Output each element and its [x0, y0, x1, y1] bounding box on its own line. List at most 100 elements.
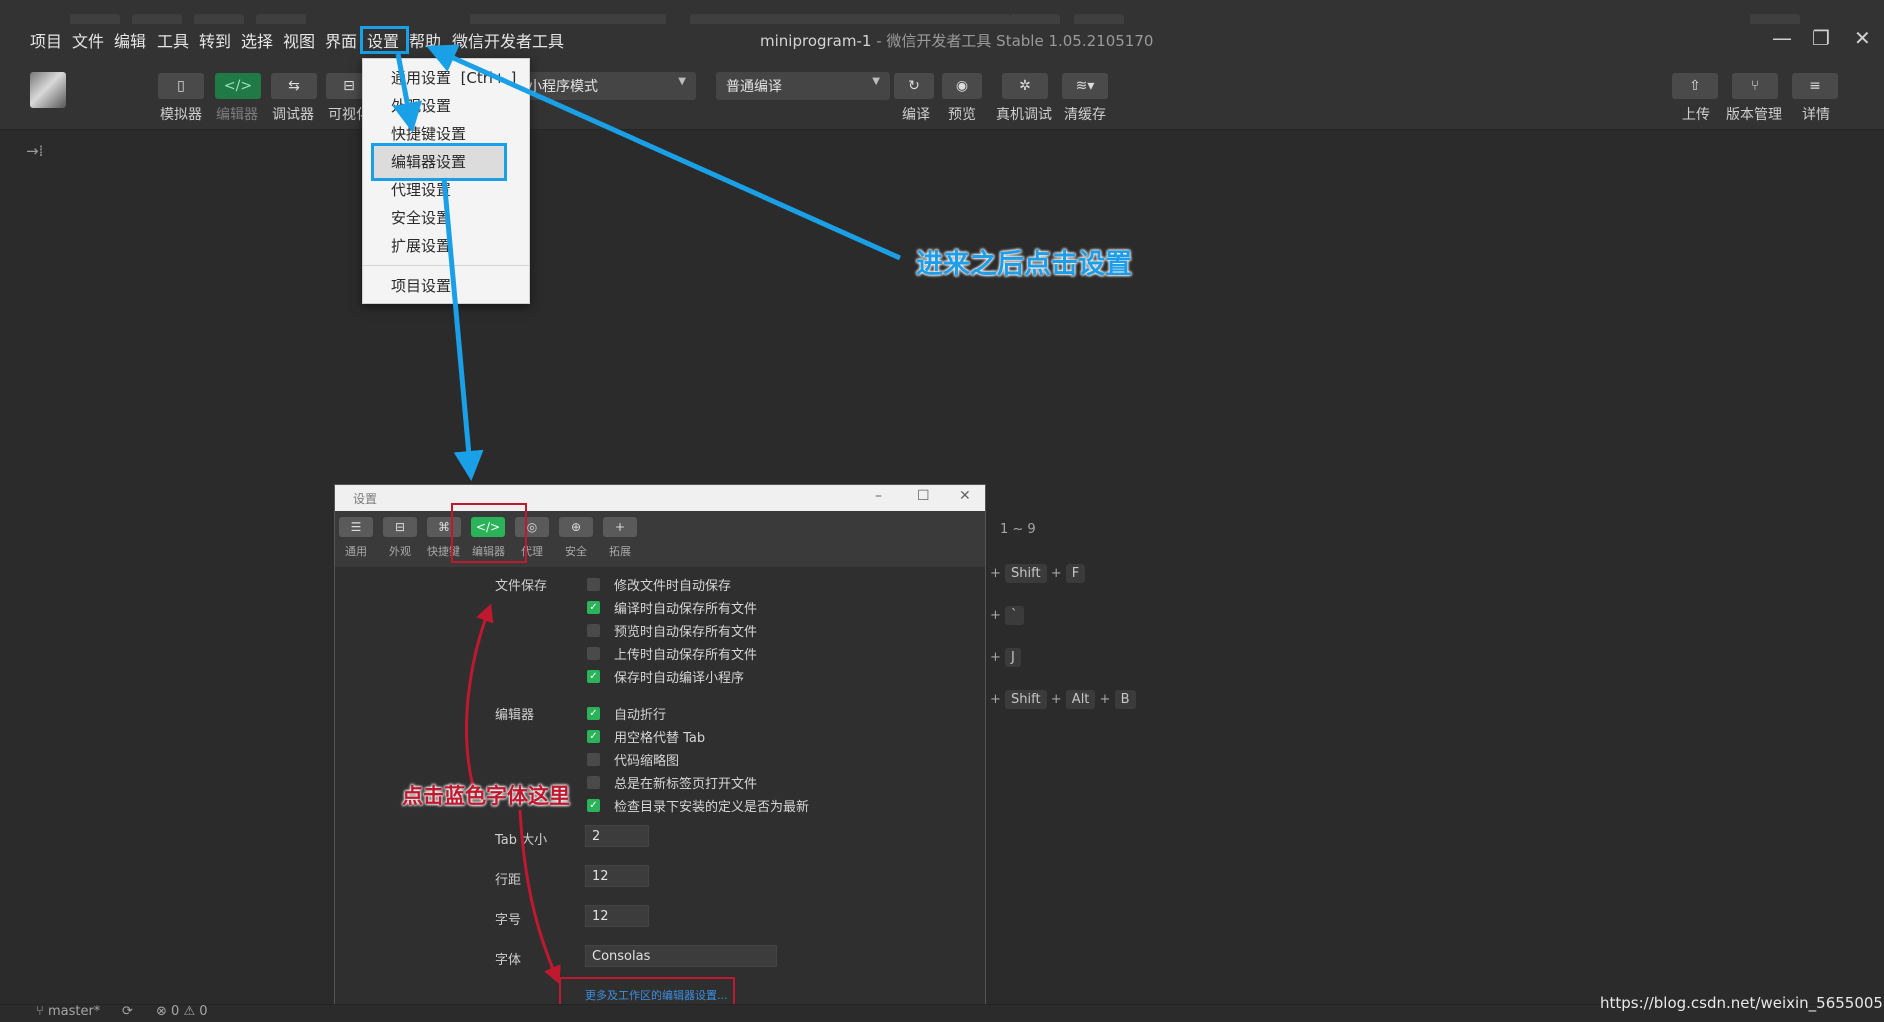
debug-icon[interactable]: ⇆ [271, 73, 317, 99]
tab-appearance[interactable]: 外观 [389, 543, 411, 559]
checkbox-row[interactable]: 修改文件时自动保存 [587, 575, 731, 594]
clear-cache-label: 清缓存 [1064, 107, 1106, 123]
checkbox-checked[interactable]: ✓ [587, 707, 600, 720]
menu-item-project[interactable]: 项目设置 [391, 275, 451, 296]
checkbox-row[interactable]: 预览时自动保存所有文件 [587, 621, 757, 640]
key-f: F [1065, 564, 1086, 583]
dialog-close-button[interactable]: ✕ [959, 488, 971, 504]
mode-select[interactable]: 小程序模式 ▼ [518, 72, 696, 100]
checkbox-row[interactable]: ✓ 自动折行 [587, 704, 666, 723]
compile-select[interactable]: 普通编译 ▼ [716, 72, 890, 100]
menu-item-extensions[interactable]: 扩展设置 [391, 235, 451, 256]
tab-security-icon[interactable]: ⊕ [559, 517, 593, 537]
menu-wechat-devtools[interactable]: 微信开发者工具 [452, 28, 564, 52]
checkbox-row[interactable]: ✓ 检查目录下安装的定义是否为最新 [587, 796, 809, 815]
checkbox[interactable] [587, 776, 600, 789]
menu-help[interactable]: 帮助 [409, 28, 441, 52]
code-icon[interactable]: </> [215, 73, 261, 99]
checkbox[interactable] [587, 647, 600, 660]
checkbox-row[interactable]: 上传时自动保存所有文件 [587, 644, 757, 663]
tab-appearance-icon[interactable]: ⊟ [383, 517, 417, 537]
tab-general-icon[interactable]: ☰ [339, 517, 373, 537]
menu-item-security[interactable]: 安全设置 [391, 207, 451, 228]
checkbox-label: 修改文件时自动保存 [614, 579, 732, 594]
checkbox-checked[interactable]: ✓ [587, 799, 600, 812]
menu-goto[interactable]: 转到 [199, 28, 231, 52]
menu-icon[interactable]: ≡ [1792, 73, 1838, 99]
expand-sidebar-icon[interactable]: →⁞ [26, 142, 43, 160]
key-shift: Shift [1005, 690, 1047, 709]
dialog-titlebar: 设置 – ☐ ✕ [335, 485, 985, 511]
branch-icon: ⑂ [36, 1004, 44, 1019]
bug-icon[interactable]: ✲ [1002, 73, 1048, 99]
tab-extensions-icon[interactable]: + [603, 517, 637, 537]
checkbox-row[interactable]: 代码缩略图 [587, 750, 679, 769]
plus-sign: + [990, 566, 1001, 581]
phone-icon[interactable]: ▯ [158, 73, 204, 99]
tab-ghost [256, 14, 306, 24]
menu-interface[interactable]: 界面 [325, 28, 357, 52]
font-size-input[interactable] [585, 905, 649, 927]
refresh-icon[interactable]: ↻ [894, 73, 934, 99]
shortcut-hint: + Shift + F [990, 564, 1086, 583]
settings-dropdown: 通用设置 [Ctrl+,] 外观设置 快捷键设置 编辑器设置 代理设置 安全设置… [362, 58, 530, 304]
restore-button[interactable]: ❐ [1812, 26, 1830, 50]
menu-tools[interactable]: 工具 [157, 28, 189, 52]
tab-size-input[interactable] [585, 825, 649, 847]
checkbox[interactable] [587, 578, 600, 591]
checkbox-row[interactable]: ✓ 保存时自动编译小程序 [587, 667, 744, 686]
dialog-maximize-button[interactable]: ☐ [917, 488, 930, 504]
dialog-minimize-button[interactable]: – [875, 488, 882, 504]
key-shift: Shift [1005, 564, 1047, 583]
menu-item-general[interactable]: 通用设置 [Ctrl+,] [391, 67, 516, 88]
menu-item-editor[interactable]: 编辑器设置 [391, 151, 466, 172]
tab-extensions[interactable]: 拓展 [609, 543, 631, 559]
menu-item-appearance[interactable]: 外观设置 [391, 95, 451, 116]
checkbox[interactable] [587, 753, 600, 766]
checkbox-label: 自动折行 [614, 708, 667, 723]
plus-sign: + [990, 650, 1001, 665]
key-alt: Alt [1065, 690, 1096, 709]
checkbox-checked[interactable]: ✓ [587, 670, 600, 683]
version-label: 版本管理 [1726, 107, 1782, 123]
shortcut-hint: + ` [990, 606, 1024, 625]
menu-file[interactable]: 文件 [72, 28, 104, 52]
checkbox-row[interactable]: ✓ 用空格代替 Tab [587, 727, 705, 746]
tab-security[interactable]: 安全 [565, 543, 587, 559]
branch-icon[interactable]: ⑂ [1732, 73, 1778, 99]
checkbox-checked[interactable]: ✓ [587, 730, 600, 743]
settings-highlight-box [360, 26, 409, 54]
checkbox-row[interactable]: 总是在新标签页打开文件 [587, 773, 757, 792]
menu-edit[interactable]: 编辑 [114, 28, 146, 52]
problems-indicator[interactable]: ⊗ 0 ⚠ 0 [156, 1004, 208, 1019]
menu-view[interactable]: 视图 [283, 28, 315, 52]
eye-icon[interactable]: ◉ [942, 73, 982, 99]
tab-ghost [1074, 14, 1124, 24]
plus-sign: + [1050, 566, 1062, 581]
menu-item-shortcuts[interactable]: 快捷键设置 [391, 123, 466, 144]
debugger-label: 调试器 [272, 107, 314, 123]
menu-project[interactable]: 项目 [30, 28, 62, 52]
font-size-label: 字号 [495, 913, 522, 928]
minimize-button[interactable]: — [1772, 26, 1792, 50]
checkbox[interactable] [587, 624, 600, 637]
avatar[interactable] [30, 72, 66, 108]
checkbox-label: 编译时自动保存所有文件 [614, 602, 758, 617]
sync-icon[interactable]: ⟳ [122, 1004, 133, 1019]
tab-general[interactable]: 通用 [345, 543, 367, 559]
tab-ghost [1750, 14, 1800, 24]
layers-icon[interactable]: ≋▾ [1062, 73, 1108, 99]
font-family-input[interactable] [585, 945, 777, 967]
upload-icon[interactable]: ⇧ [1672, 73, 1718, 99]
git-branch[interactable]: ⑂ master* [36, 1004, 100, 1019]
menu-item-proxy[interactable]: 代理设置 [391, 179, 451, 200]
close-button[interactable]: ✕ [1854, 26, 1871, 50]
menu-select[interactable]: 选择 [241, 28, 273, 52]
checkbox-row[interactable]: ✓ 编译时自动保存所有文件 [587, 598, 757, 617]
line-height-input[interactable] [585, 865, 649, 887]
chevron-down-icon: ▼ [872, 76, 880, 87]
menu-divider [363, 265, 529, 266]
tab-ghost [194, 14, 244, 24]
plus-sign: + [1099, 692, 1111, 707]
checkbox-checked[interactable]: ✓ [587, 601, 600, 614]
